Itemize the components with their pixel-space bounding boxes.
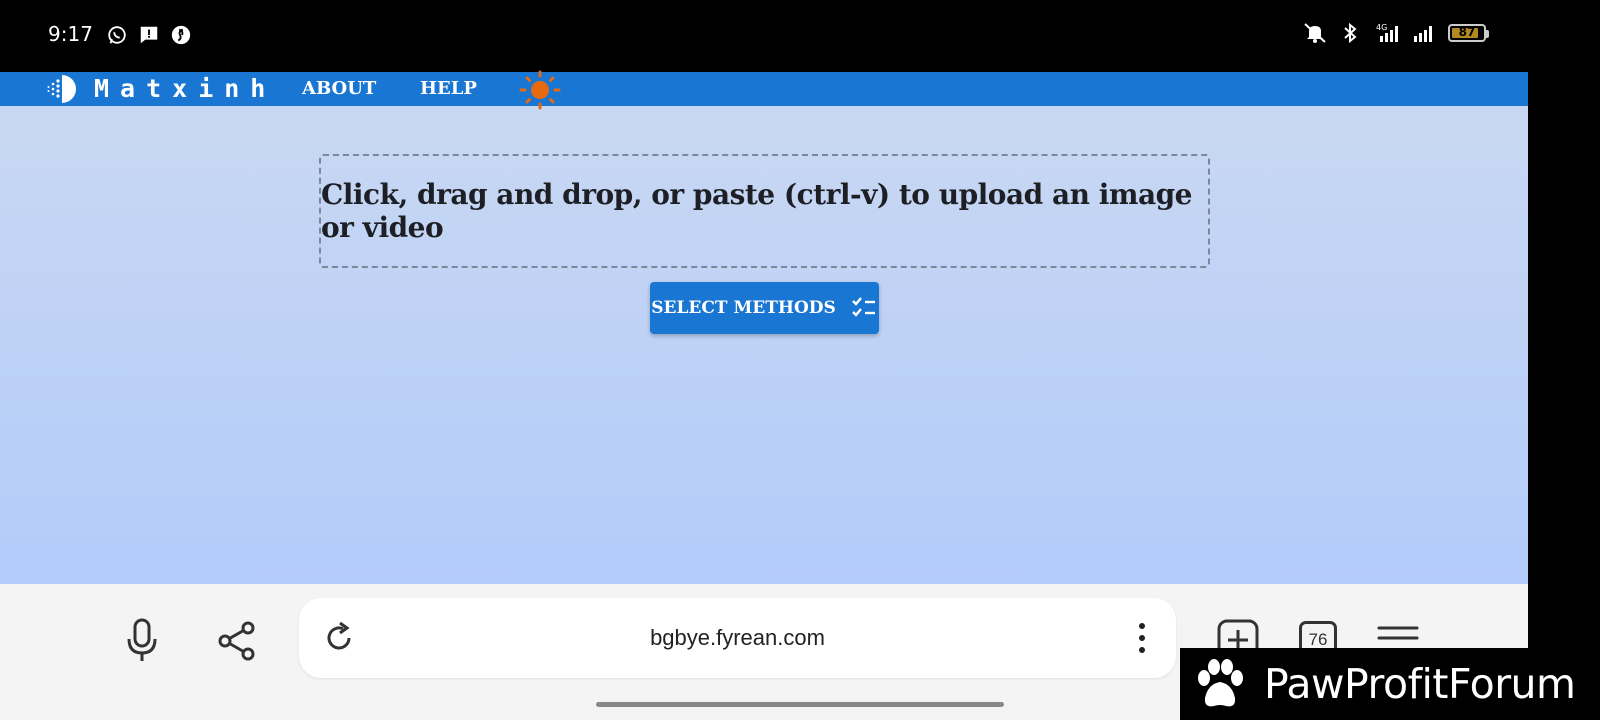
nav-link-help[interactable]: HELP <box>420 72 477 106</box>
share-icon <box>218 621 255 661</box>
notification-icons <box>106 24 192 46</box>
share-button[interactable] <box>214 616 260 666</box>
microphone-icon <box>127 618 157 661</box>
screen-edge <box>1528 72 1600 648</box>
status-bar: 9:17 4G 87 <box>0 0 1600 72</box>
tab-count: 76 <box>1308 630 1328 649</box>
signal-icon <box>1414 26 1432 42</box>
battery-icon: 87 <box>1448 24 1489 42</box>
message-alert-icon <box>140 26 158 44</box>
select-methods-label: SELECT METHODS <box>651 298 836 318</box>
screen: 9:17 4G 87 Matxinh ABOUT HELP Click, dra… <box>0 0 1600 720</box>
select-methods-button[interactable]: SELECT METHODS <box>650 282 879 334</box>
signal-4g-icon: 4G <box>1376 23 1398 42</box>
mute-icon <box>1304 23 1326 43</box>
checklist-icon <box>851 297 875 317</box>
system-status-icons: 4G 87 <box>1302 22 1489 44</box>
watermark-text: PawProfitForum <box>1264 660 1576 708</box>
more-vert-icon[interactable] <box>1136 620 1148 656</box>
bluetooth-icon <box>1344 22 1357 44</box>
whatsapp-icon <box>108 26 126 44</box>
battery-level: 87 <box>1458 25 1476 39</box>
paw-icon <box>1198 659 1243 707</box>
home-indicator[interactable] <box>596 702 1004 707</box>
reload-icon[interactable] <box>321 620 357 656</box>
sun-icon[interactable] <box>518 70 562 110</box>
watermark: PawProfitForum <box>1180 648 1600 720</box>
svg-text:4G: 4G <box>1376 23 1387 32</box>
upload-dropzone[interactable]: Click, drag and drop, or paste (ctrl-v) … <box>319 154 1210 268</box>
dropzone-text: Click, drag and drop, or paste (ctrl-v) … <box>321 178 1193 244</box>
nav-link-about[interactable]: ABOUT <box>302 72 376 106</box>
brand-name[interactable]: Matxinh <box>94 72 276 106</box>
navbar: Matxinh ABOUT HELP <box>0 70 1528 110</box>
status-time: 9:17 <box>48 22 93 46</box>
microphone-button[interactable] <box>122 616 162 666</box>
web-viewport: Matxinh ABOUT HELP Click, drag and drop,… <box>0 70 1528 584</box>
address-bar[interactable]: bgbye.fyrean.com <box>299 598 1176 678</box>
logo-icon[interactable] <box>44 74 78 104</box>
url-text[interactable]: bgbye.fyrean.com <box>379 598 1096 678</box>
battery-cap <box>1486 30 1489 38</box>
shazam-icon <box>171 25 191 45</box>
